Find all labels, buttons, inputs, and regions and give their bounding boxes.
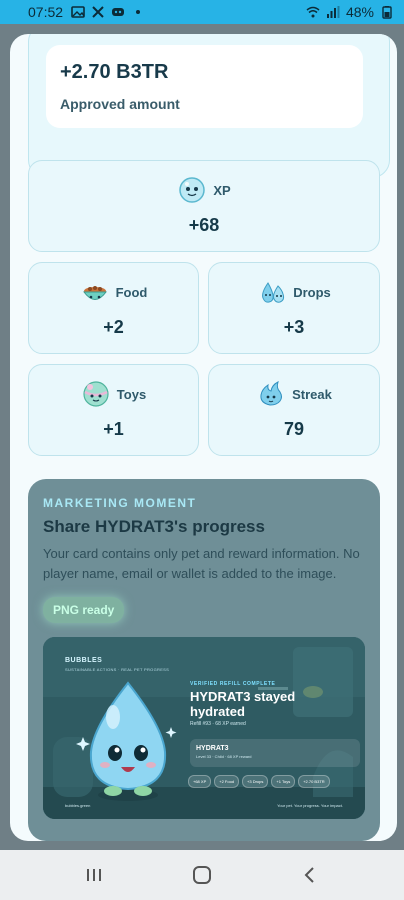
dot-icon (136, 10, 141, 14)
stat-card-food: Food +2 (28, 262, 199, 354)
share-footer-right: Your pet. Your progress. Your impact. (277, 803, 343, 808)
status-time: 07:52 (28, 4, 64, 20)
battery-icon (382, 6, 392, 19)
stat-card-toys: Toys +1 (28, 364, 199, 456)
stat-value-food: +2 (103, 317, 124, 337)
share-refill: Refill #93 · 68 XP earned (190, 721, 246, 727)
battery-percent: 48% (345, 4, 374, 20)
marketing-title: Share HYDRAT3's progress (43, 517, 265, 536)
discord-icon (112, 8, 125, 16)
stat-value-xp: +68 (188, 215, 220, 235)
share-card-preview[interactable]: BUBBLES SUSTAINABLE ACTIONS · REAL PET P… (43, 637, 365, 819)
gallery-icon (71, 6, 85, 18)
marketing-description: Your card contains only pet and reward i… (43, 546, 360, 581)
approved-card: +2.70 B3TR Approved amount (28, 34, 390, 178)
share-chip: +3 Drops (242, 775, 269, 788)
stat-value-streak: 79 (283, 419, 305, 439)
share-chip: +68 XP (188, 775, 212, 788)
xp-bubble-icon (179, 177, 206, 203)
approved-panel: +2.70 B3TR Approved amount (46, 45, 363, 128)
stat-card-drops: Drops +3 (208, 262, 380, 354)
x-icon (92, 6, 104, 18)
recents-icon (87, 869, 101, 881)
share-pet-level: Level 33 · Child · 68 XP reward (196, 754, 252, 759)
share-reward-chips: +68 XP +2 Food +3 Drops +1 Toys +2.70 B3… (188, 775, 330, 788)
stat-value-drops: +3 (283, 317, 305, 337)
share-chip: +2 Food (214, 775, 240, 788)
wifi-icon (306, 6, 320, 18)
back-button[interactable] (280, 855, 340, 895)
share-pet-panel (190, 739, 360, 767)
stat-card-streak: Streak 79 (208, 364, 380, 456)
share-brand-sub: SUSTAINABLE ACTIONS · REAL PET PROGRESS (65, 667, 170, 672)
share-title: HYDRAT3 stayed hydrated (190, 689, 296, 719)
streak-icon (260, 381, 283, 406)
back-icon (304, 867, 314, 883)
bubbles-mascot (76, 681, 177, 801)
stat-label-food: Food (115, 284, 148, 300)
system-nav-bar (0, 850, 404, 900)
home-button[interactable] (172, 855, 232, 895)
signal-icon (326, 6, 340, 18)
marketing-tag: MARKETING MOMENT (43, 496, 197, 510)
share-pet-name: HYDRAT3 (196, 745, 229, 752)
drops-icon (262, 282, 285, 303)
stat-label-xp: XP (213, 182, 231, 198)
recents-button[interactable] (64, 855, 124, 895)
stat-value-toys: +1 (103, 419, 124, 439)
share-chip: +2.70 B3TR (298, 775, 330, 788)
stat-label-streak: Streak (292, 386, 332, 402)
share-footer-left: bubbles.green (65, 803, 91, 808)
home-icon (193, 866, 211, 884)
approved-label: Approved amount (60, 96, 180, 112)
share-verified: VERIFIED REFILL COMPLETE (190, 681, 276, 687)
approved-amount: +2.70 B3TR (60, 61, 169, 83)
stat-label-toys: Toys (116, 386, 147, 402)
food-bowl-icon (82, 286, 107, 300)
share-chip: +1 Toys (271, 775, 296, 788)
stat-card-xp: XP +68 (28, 160, 380, 252)
share-brand: BUBBLES (65, 657, 103, 664)
reward-sheet: +2.70 B3TR Approved amount XP +68 Food +… (10, 34, 397, 841)
status-bar: 07:52 48% (0, 0, 404, 24)
png-ready-badge: PNG ready (43, 597, 125, 623)
toy-ball-icon (83, 381, 109, 407)
marketing-card: MARKETING MOMENT Share HYDRAT3's progres… (28, 479, 380, 841)
stat-label-drops: Drops (293, 284, 331, 300)
